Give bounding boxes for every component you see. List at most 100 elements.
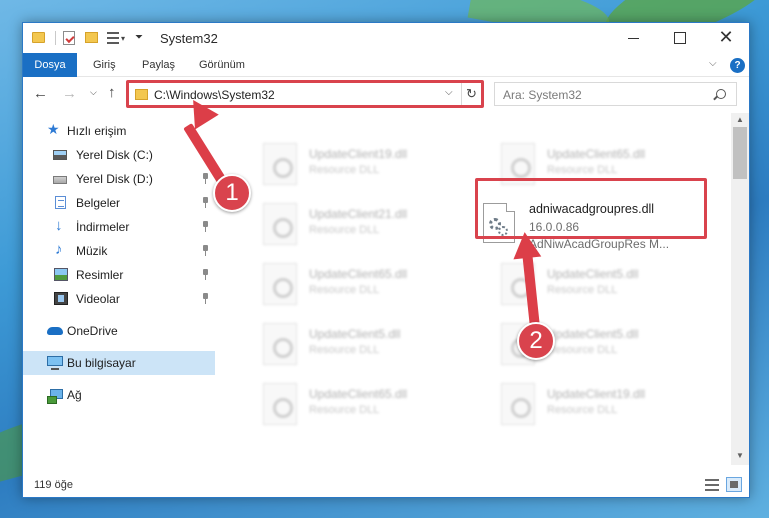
view-options-caret-icon[interactable]: ▾ <box>121 34 125 50</box>
sidebar-item-videos[interactable]: Videolar <box>23 287 215 311</box>
search-input[interactable]: Ara: System32 <box>494 82 737 106</box>
title-bar: ▾ ⏷ System32 ✕ <box>23 23 749 53</box>
sidebar-item-label: İndirmeler <box>76 220 130 234</box>
sidebar-item-label: Resimler <box>76 268 124 282</box>
large-icons-view-icon[interactable] <box>726 477 742 492</box>
file-highlight-box <box>475 178 707 239</box>
sidebar-item-music[interactable]: ♪ Müzik <box>23 239 215 263</box>
toolbar-divider <box>55 31 56 45</box>
help-icon[interactable]: ? <box>730 58 745 73</box>
sidebar-item-label: Müzik <box>76 244 108 258</box>
file-list: UpdateClient19.dll Resource DLL UpdateCl… <box>215 113 731 465</box>
pin-icon[interactable] <box>201 293 210 304</box>
pin-icon[interactable] <box>201 173 210 184</box>
file-type: Resource DLL <box>309 404 380 416</box>
expand-ribbon-icon[interactable]: ⌵ <box>709 58 717 69</box>
file-name: UpdateClient5.dll <box>309 327 401 341</box>
dll-file-icon <box>501 383 535 425</box>
navigation-pane: ★ Hızlı erişim Yerel Disk (C:) Yerel Dis… <box>23 113 215 465</box>
file-type: Resource DLL <box>547 284 618 296</box>
window-title: System32 <box>160 31 218 46</box>
computer-icon <box>47 356 63 370</box>
view-options-icon[interactable] <box>107 32 119 44</box>
list-item[interactable]: UpdateClient19.dll Resource DLL <box>263 137 489 193</box>
back-arrow-icon[interactable]: ← <box>33 85 48 102</box>
step-badge-1: 1 <box>213 174 251 212</box>
pin-icon[interactable] <box>201 197 210 208</box>
customize-toolbar-icon[interactable]: ⏷ <box>135 32 143 48</box>
forward-arrow-icon[interactable]: → <box>62 85 77 102</box>
search-placeholder: Ara: System32 <box>503 88 582 102</box>
sidebar-item-label: Belgeler <box>76 196 121 210</box>
explorer-window: ▾ ⏷ System32 ✕ Dosya Giriş Paylaş Görünü… <box>22 22 750 498</box>
pin-icon[interactable] <box>201 221 210 232</box>
pin-icon[interactable] <box>201 269 210 280</box>
maximize-button[interactable] <box>657 23 703 53</box>
file-name: UpdateClient19.dll <box>547 387 646 401</box>
search-icon[interactable] <box>716 89 726 99</box>
tab-share[interactable]: Paylaş <box>142 53 175 77</box>
documents-icon <box>55 196 66 209</box>
sidebar-item-this-pc[interactable]: Bu bilgisayar <box>23 351 215 375</box>
downloads-icon: ↓ <box>55 217 63 234</box>
tab-view[interactable]: Görünüm <box>199 53 245 77</box>
dll-file-icon <box>263 143 297 185</box>
pictures-icon <box>54 268 68 281</box>
sidebar-item-pictures[interactable]: Resimler <box>23 263 215 287</box>
item-count: 119 öğe <box>34 479 73 491</box>
properties-icon[interactable] <box>63 31 75 45</box>
file-name: UpdateClient19.dll <box>309 147 408 161</box>
sidebar-item-network[interactable]: Ağ <box>23 383 215 407</box>
file-type: Resource DLL <box>309 164 380 176</box>
scroll-thumb[interactable] <box>733 127 747 179</box>
new-folder-icon[interactable] <box>85 32 98 43</box>
pin-icon[interactable] <box>201 245 210 256</box>
sidebar-item-label: Videolar <box>76 292 120 306</box>
dll-file-icon <box>263 203 297 245</box>
sidebar-item-local-disk-c[interactable]: Yerel Disk (C:) <box>23 143 215 167</box>
file-type: Resource DLL <box>309 284 380 296</box>
dll-file-icon <box>263 383 297 425</box>
step-badge-2: 2 <box>517 322 555 360</box>
up-arrow-icon[interactable]: ↑ <box>108 84 116 101</box>
close-button[interactable]: ✕ <box>703 23 749 53</box>
sidebar-item-label: Yerel Disk (C:) <box>76 148 153 162</box>
list-item[interactable]: UpdateClient65.dll Resource DLL <box>263 257 489 313</box>
annotation-arrowhead-2 <box>510 230 542 260</box>
sidebar-item-downloads[interactable]: ↓ İndirmeler <box>23 215 215 239</box>
videos-icon <box>54 292 68 305</box>
list-item[interactable]: UpdateClient21.dll Resource DLL <box>263 197 489 253</box>
file-name: UpdateClient21.dll <box>309 207 408 221</box>
dll-file-icon <box>263 263 297 305</box>
sidebar-item-onedrive[interactable]: OneDrive <box>23 319 215 343</box>
recent-locations-icon[interactable]: ⌵ <box>90 87 97 98</box>
file-type: Resource DLL <box>309 344 380 356</box>
sidebar-item-label: Ağ <box>67 388 82 402</box>
details-view-icon[interactable] <box>705 479 719 491</box>
sidebar-item-documents[interactable]: Belgeler <box>23 191 215 215</box>
address-highlight-box <box>126 80 484 108</box>
file-name: UpdateClient65.dll <box>547 147 646 161</box>
tab-home[interactable]: Giriş <box>93 53 116 77</box>
sidebar-item-label: Hızlı erişim <box>67 124 127 138</box>
onedrive-cloud-icon <box>47 327 63 335</box>
folder-icon <box>32 32 45 43</box>
file-name: UpdateClient65.dll <box>309 387 408 401</box>
vertical-scrollbar[interactable]: ▲ ▼ <box>731 113 749 465</box>
list-item[interactable]: UpdateClient5.dll Resource DLL <box>263 317 489 373</box>
drive-icon <box>53 176 67 184</box>
sidebar-item-label: OneDrive <box>67 324 118 338</box>
drive-windows-icon <box>53 150 67 160</box>
file-description: AdNiwAcadGroupRes M... <box>529 237 670 251</box>
file-name: UpdateClient65.dll <box>309 267 408 281</box>
file-type: Resource DLL <box>547 344 618 356</box>
file-name: UpdateClient5.dll <box>547 327 639 341</box>
sidebar-item-local-disk-d[interactable]: Yerel Disk (D:) <box>23 167 215 191</box>
scroll-up-icon[interactable]: ▲ <box>736 115 744 124</box>
list-item[interactable]: UpdateClient65.dll Resource DLL <box>263 377 489 433</box>
list-item[interactable]: UpdateClient19.dll Resource DLL <box>501 377 727 433</box>
file-name: UpdateClient5.dll <box>547 267 639 281</box>
tab-file[interactable]: Dosya <box>23 53 77 77</box>
minimize-button[interactable] <box>611 23 657 53</box>
scroll-down-icon[interactable]: ▼ <box>736 451 744 460</box>
